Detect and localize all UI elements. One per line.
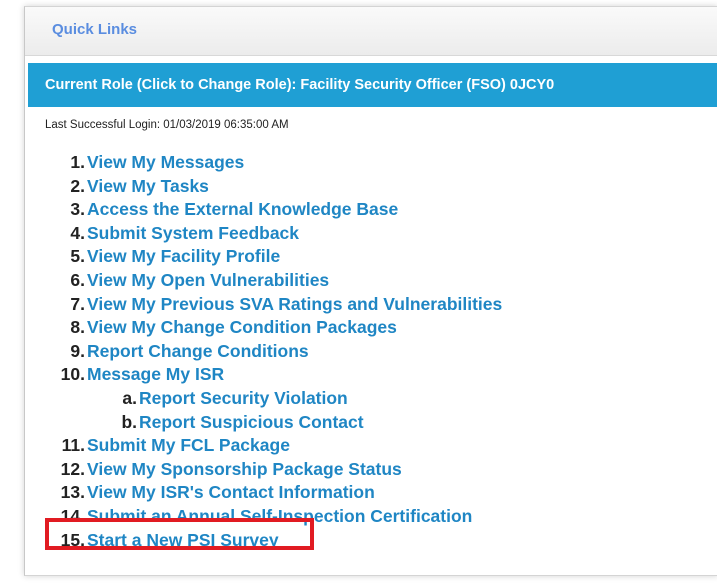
- list-item-fcl-package: 11. Submit My FCL Package: [49, 434, 709, 458]
- list-letter: b.: [121, 411, 137, 432]
- list-number: 12.: [60, 458, 85, 479]
- list-number: 4.: [70, 222, 85, 243]
- submit-fcl-package-link[interactable]: Submit My FCL Package: [87, 434, 290, 458]
- view-my-tasks-link[interactable]: View My Tasks: [87, 175, 209, 199]
- list-letter: a.: [122, 387, 137, 408]
- list-number: 1.: [70, 152, 85, 172]
- quick-links-title[interactable]: Quick Links: [52, 21, 137, 38]
- list-item-change-condition-packages: 8. View My Change Condition Packages: [49, 316, 709, 340]
- list-number: 2.: [70, 175, 85, 196]
- list-item-open-vulnerabilities: 6. View My Open Vulnerabilities: [49, 269, 709, 293]
- list-number: 10.: [60, 364, 85, 385]
- view-my-messages-link[interactable]: View My Messages: [87, 151, 244, 175]
- self-inspection-certification-link[interactable]: Submit an Annual Self-Inspection Certifi…: [87, 505, 472, 529]
- list-item-view-tasks: 2. View My Tasks: [49, 175, 709, 199]
- quick-links-header: Quick Links: [25, 7, 717, 56]
- quick-links-panel: Quick Links Current Role (Click to Chang…: [24, 6, 717, 576]
- list-item-sva-ratings: 7. View My Previous SVA Ratings and Vuln…: [49, 293, 709, 317]
- start-psi-survey-link[interactable]: Start a New PSI Survey: [87, 529, 279, 553]
- message-my-isr-link[interactable]: Message My ISR: [87, 363, 224, 387]
- list-item-suspicious-contact: b. Report Suspicious Contact: [49, 411, 709, 435]
- list-item-view-messages: 1. View My Messages: [49, 151, 709, 175]
- list-number: 8.: [70, 317, 85, 338]
- list-item-message-isr: 10. Message My ISR: [49, 363, 709, 387]
- report-change-conditions-link[interactable]: Report Change Conditions: [87, 340, 309, 364]
- list-number: 13.: [60, 482, 85, 503]
- list-number: 6.: [70, 269, 85, 290]
- list-item-isr-contact: 13. View My ISR's Contact Information: [49, 481, 709, 505]
- external-knowledge-base-link[interactable]: Access the External Knowledge Base: [87, 198, 398, 222]
- submit-feedback-link[interactable]: Submit System Feedback: [87, 222, 299, 246]
- list-number: 14.: [60, 505, 85, 526]
- list-item-report-change-conditions: 9. Report Change Conditions: [49, 340, 709, 364]
- list-number: 9.: [70, 340, 85, 361]
- quick-links-list: 1. View My Messages 2. View My Tasks 3. …: [49, 151, 709, 552]
- last-login-text: Last Successful Login: 01/03/2019 06:35:…: [45, 119, 289, 131]
- list-number: 3.: [70, 199, 85, 220]
- list-item-security-violation: a. Report Security Violation: [49, 387, 709, 411]
- list-item-knowledge-base: 3. Access the External Knowledge Base: [49, 198, 709, 222]
- change-condition-packages-link[interactable]: View My Change Condition Packages: [87, 316, 397, 340]
- list-item-feedback: 4. Submit System Feedback: [49, 222, 709, 246]
- list-number: 11.: [61, 435, 85, 456]
- list-item-psi-survey: 15. Start a New PSI Survey: [49, 529, 709, 553]
- report-suspicious-contact-link[interactable]: Report Suspicious Contact: [139, 411, 364, 435]
- list-number: 7.: [70, 293, 85, 314]
- sva-ratings-link[interactable]: View My Previous SVA Ratings and Vulnera…: [87, 293, 502, 317]
- open-vulnerabilities-link[interactable]: View My Open Vulnerabilities: [87, 269, 329, 293]
- list-item-sponsorship-status: 12. View My Sponsorship Package Status: [49, 458, 709, 482]
- list-item-facility-profile: 5. View My Facility Profile: [49, 245, 709, 269]
- list-number: 15.: [60, 529, 85, 550]
- sponsorship-status-link[interactable]: View My Sponsorship Package Status: [87, 458, 402, 482]
- list-number: 5.: [70, 246, 85, 267]
- list-item-self-inspection: 14. Submit an Annual Self-Inspection Cer…: [49, 505, 709, 529]
- current-role-label[interactable]: Current Role (Click to Change Role): Fac…: [45, 77, 554, 93]
- report-security-violation-link[interactable]: Report Security Violation: [139, 387, 348, 411]
- current-role-bar[interactable]: Current Role (Click to Change Role): Fac…: [28, 63, 717, 107]
- facility-profile-link[interactable]: View My Facility Profile: [87, 245, 280, 269]
- isr-contact-info-link[interactable]: View My ISR's Contact Information: [87, 481, 375, 505]
